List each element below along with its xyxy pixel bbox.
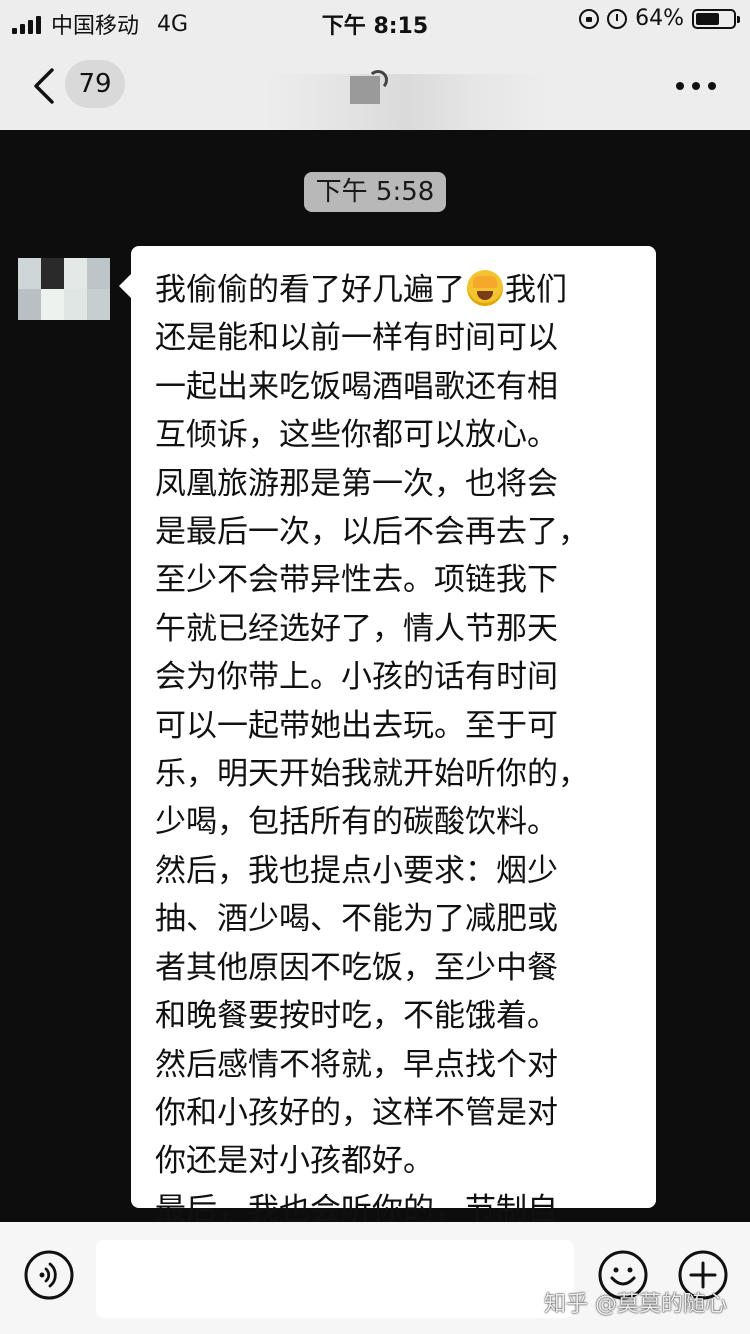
- message-line: 乐，明天开始我就开始听你的，: [155, 756, 589, 793]
- message-line: 会为你带上。小孩的话有时间: [155, 659, 558, 696]
- message-text: 我偷偷的看了好几遍了 我们 还是能和以前一样有时间可以 一起出来吃饭喝酒唱歌还有相…: [155, 266, 656, 1331]
- message-input[interactable]: [96, 1240, 574, 1318]
- message-line: 我们: [505, 272, 567, 308]
- orientation-lock-icon: [579, 8, 600, 29]
- message-line: 你和小孩好的，这样不管是对: [155, 1094, 558, 1131]
- chevron-left-icon[interactable]: [30, 68, 60, 104]
- chat-header: 79: [0, 44, 750, 136]
- message-line: 和晚餐要按时吃，不能饿着。: [155, 998, 558, 1035]
- avatar[interactable]: [18, 258, 110, 320]
- message-line: 凤凰旅游那是第一次，也将会: [155, 465, 558, 502]
- message-line: 我偷偷的看了好几遍了: [155, 272, 465, 308]
- message-line: 抽、酒少喝、不能为了减肥或: [155, 901, 558, 938]
- blurred-contact-name: [266, 70, 546, 136]
- status-bar: 中国移动 4G 下午 8:15 64%: [0, 0, 750, 44]
- more-dots-icon[interactable]: [676, 82, 716, 90]
- message-line: 至少不会带异性去。项链我下: [155, 562, 558, 599]
- chat-area[interactable]: 下午 5:58 我偷偷的看了好几遍了 我们 还是能和以前一样有时间可以 一起出来吃…: [0, 130, 750, 1325]
- message-line: 然后，我也提点小要求：烟少: [155, 852, 558, 889]
- message-timestamp: 下午 5:58: [304, 172, 446, 212]
- battery-percent: 64%: [635, 6, 684, 31]
- message-line: 你还是对小孩都好。: [155, 1143, 434, 1180]
- message-line: 是最后一次，以后不会再去了，: [155, 514, 589, 551]
- message-line: 一起出来吃饭喝酒唱歌还有相: [155, 368, 558, 405]
- message-line: 少喝，包括所有的碳酸饮料。: [155, 804, 558, 841]
- battery-icon: [692, 8, 740, 29]
- message-line: 午就已经选好了，情人节那天: [155, 610, 558, 647]
- message-line: 可以一起带她出去玩。至于可: [155, 707, 558, 744]
- status-right: 64%: [579, 6, 740, 31]
- message-line: 还是能和以前一样有时间可以: [155, 320, 558, 357]
- message-line: 互倾诉，这些你都可以放心。: [155, 417, 558, 454]
- crying-laughing-emoji-icon: [467, 270, 503, 306]
- zhihu-watermark: 知乎 @莫莫的随心: [544, 1292, 727, 1317]
- unread-count-badge[interactable]: 79: [65, 60, 125, 108]
- alarm-icon: [607, 8, 628, 29]
- message-line: 者其他原因不吃饭，至少中餐: [155, 949, 558, 986]
- voice-icon[interactable]: [24, 1250, 74, 1300]
- message-bubble[interactable]: 我偷偷的看了好几遍了 我们 还是能和以前一样有时间可以 一起出来吃饭喝酒唱歌还有相…: [119, 246, 656, 1325]
- message-line: 然后感情不将就，早点找个对: [155, 1046, 558, 1083]
